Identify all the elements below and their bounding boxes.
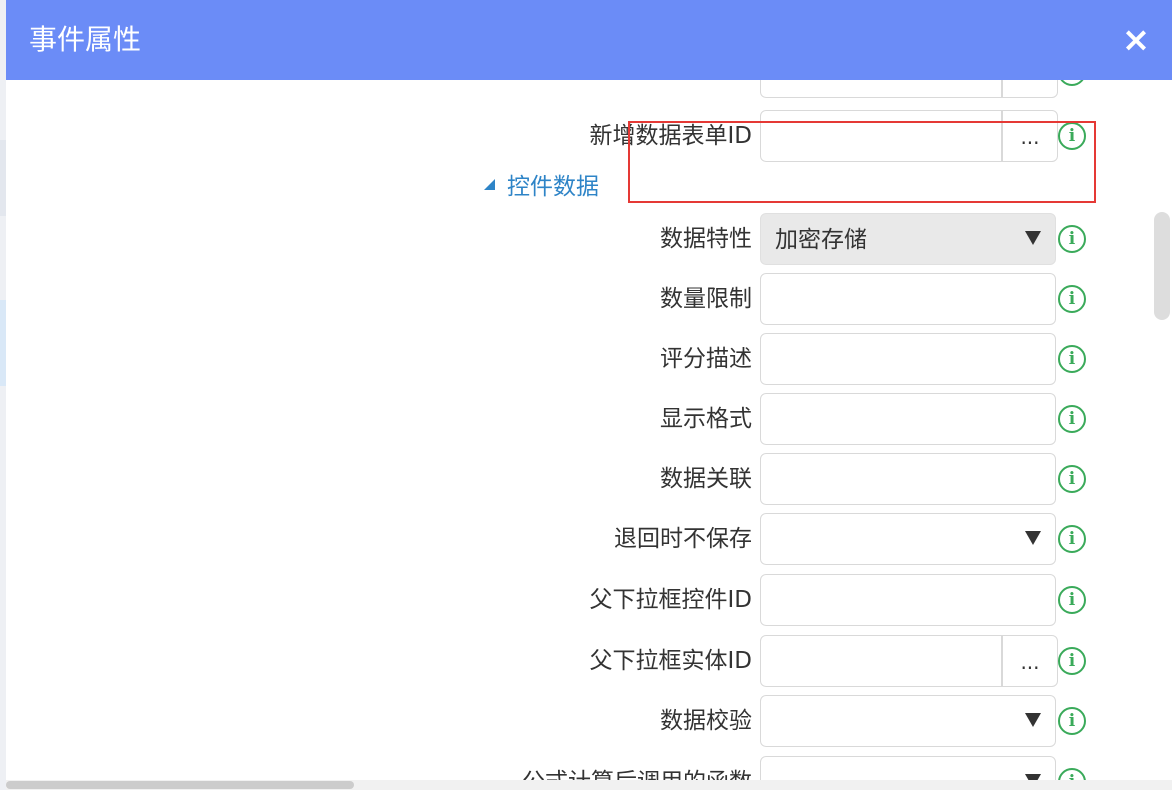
section-control-data[interactable]: 控件数据 [484,172,599,202]
form-row-no-save-on-return: 退回时不保存 i [6,513,1172,565]
field-label: 父下拉框实体ID [589,648,753,674]
caret-down-icon [1025,713,1041,727]
form-row-parent-dropdown-control-id: 父下拉框控件ID i [6,574,1172,626]
data-association-input[interactable] [760,453,1056,505]
no-save-on-return-select[interactable] [760,513,1056,565]
form-row-display-format: 显示格式 i [6,393,1172,445]
info-icon[interactable]: i [1058,525,1086,553]
display-format-input[interactable] [760,393,1056,445]
field-label: 新增数据表单ID [589,123,753,149]
form-row-parent-dropdown-entity-id: 父下拉框实体ID ... i [6,635,1172,687]
section-label: 控件数据 [507,174,599,200]
dialog-title: 事件属性 [29,23,142,56]
form-row-data-property: 数据特性 加密存储 i [6,213,1172,265]
form-row-new-data-form-id: 新增数据表单ID ... i [6,110,1172,162]
info-icon[interactable]: i [1058,707,1086,735]
clipped-ellipsis-button[interactable] [1002,80,1058,98]
form-row-clipped: i [6,80,1172,98]
info-icon[interactable]: i [1058,225,1086,253]
dialog-header: 事件属性 × [6,0,1172,80]
ellipsis-button[interactable]: ... [1002,635,1058,687]
horizontal-scrollbar-thumb[interactable] [6,781,354,789]
field-label: 数量限制 [660,286,752,312]
field-label: 退回时不保存 [614,526,752,552]
event-properties-dialog: 事件属性 × i 新增数据表单ID ... i 控件数据 数据特性 加密存储 [6,0,1172,790]
field-label: 数据关联 [660,466,752,492]
info-icon[interactable]: i [1058,80,1086,86]
rating-description-input[interactable] [760,333,1056,385]
form-row-data-validation: 数据校验 i [6,695,1172,747]
data-validation-select[interactable] [760,695,1056,747]
info-icon[interactable]: i [1058,465,1086,493]
post-formula-function-select[interactable] [760,756,1056,780]
vertical-scrollbar[interactable] [1154,212,1170,320]
form-row-post-formula-function: 公式计算后调用的函数 i [6,756,1172,780]
info-icon[interactable]: i [1058,405,1086,433]
ellipsis-button[interactable]: ... [1002,110,1058,162]
parent-dropdown-control-id-input[interactable] [760,574,1056,626]
form-row-data-association: 数据关联 i [6,453,1172,505]
field-label: 数据特性 [660,226,752,252]
field-label: 父下拉框控件ID [589,587,753,613]
info-icon[interactable]: i [1058,345,1086,373]
new-data-form-id-input[interactable] [760,110,1002,162]
field-label: 评分描述 [660,346,752,372]
collapse-triangle-icon[interactable] [484,179,495,190]
select-value: 加密存储 [775,227,867,253]
form-row-quantity-limit: 数量限制 i [6,273,1172,325]
caret-down-icon [1025,231,1041,245]
form-row-rating-description: 评分描述 i [6,333,1172,385]
info-icon[interactable]: i [1058,768,1086,780]
field-label: 数据校验 [660,708,752,734]
dialog-body: i 新增数据表单ID ... i 控件数据 数据特性 加密存储 i 数量限制 i [6,80,1172,780]
info-icon[interactable]: i [1058,586,1086,614]
info-icon[interactable]: i [1058,122,1086,150]
info-icon[interactable]: i [1058,647,1086,675]
info-icon[interactable]: i [1058,285,1086,313]
field-label: 显示格式 [660,406,752,432]
close-icon[interactable]: × [1120,22,1152,58]
data-property-select[interactable]: 加密存储 [760,213,1056,265]
caret-down-icon [1025,531,1041,545]
quantity-limit-input[interactable] [760,273,1056,325]
field-label: 公式计算后调用的函数 [522,768,752,780]
parent-dropdown-entity-id-input[interactable] [760,635,1002,687]
horizontal-scrollbar[interactable] [6,780,1172,790]
clipped-input[interactable] [760,80,1002,98]
